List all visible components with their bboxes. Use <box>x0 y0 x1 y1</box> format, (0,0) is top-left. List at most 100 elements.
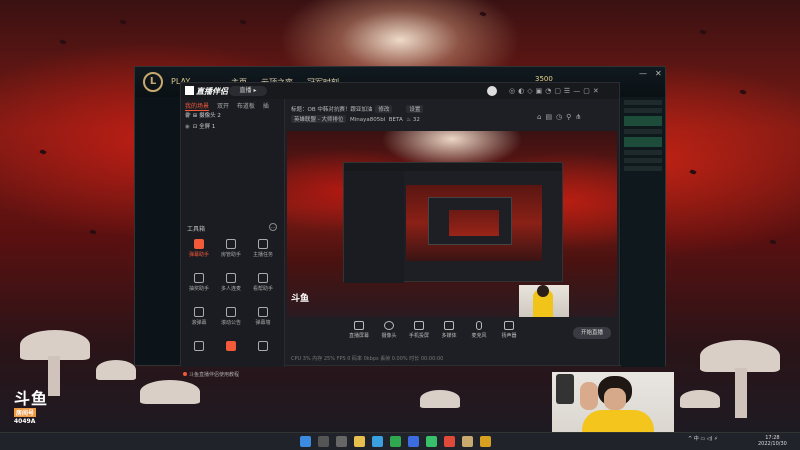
lol-icon[interactable] <box>462 436 473 447</box>
lottery-icon <box>194 273 204 283</box>
nested-preview-window-2 <box>428 197 512 245</box>
petal-decoration <box>89 228 97 236</box>
rank-label: BETA <box>388 117 403 123</box>
admin-icon <box>226 239 236 249</box>
media-icon <box>444 321 454 330</box>
danmaku-wall-icon <box>258 307 268 317</box>
eye-icon[interactable]: ◉ <box>185 111 191 122</box>
petal-decoration <box>239 18 247 26</box>
category-tag[interactable]: 英雄联盟 - 大师排位 <box>291 115 347 123</box>
douyu-brand: 斗鱼 <box>14 389 49 408</box>
username: Minaya805bl <box>349 117 386 123</box>
notice-icon <box>183 372 187 376</box>
multi-mic-icon <box>226 273 236 283</box>
tool-extra[interactable] <box>187 341 211 363</box>
stream-title: 标题：OB 中韩对抗赛！跟亚加油 <box>291 107 373 113</box>
taskview-icon[interactable] <box>336 436 347 447</box>
taskbar: ^ 中 ▭ ◁) ⚡ 17:28 2022/10/30 <box>0 432 800 450</box>
lol-social-panel <box>621 97 665 367</box>
petal-decoration <box>769 238 777 246</box>
system-tray[interactable]: ^ 中 ▭ ◁) ⚡ <box>688 435 718 442</box>
source-controls: 直播屏幕 摄像头 手机投屏 多媒体 麦克风 扬声器 开始直播 <box>287 319 617 347</box>
close-button[interactable]: ✕ <box>655 69 662 78</box>
camera-icon <box>384 321 394 330</box>
scene-item[interactable]: ◉ ⊞ 摄像头 2 <box>181 111 284 122</box>
toolbox-more-icon[interactable]: … <box>269 223 277 231</box>
chrome-icon[interactable] <box>426 436 437 447</box>
speaker-icon <box>504 321 514 330</box>
petal-decoration <box>39 148 47 156</box>
titlebar-icons[interactable]: ◎◐◇▣◔▢☰—▢✕ <box>509 87 602 95</box>
tab-scenes[interactable]: 我的场景 <box>185 103 210 111</box>
monitor-icon <box>354 321 364 330</box>
tasks-icon <box>258 239 268 249</box>
scroll-notice-icon <box>226 307 236 317</box>
danmaku-icon <box>194 239 204 249</box>
tool-scroll-notice[interactable]: 滚动公告 <box>219 307 243 329</box>
app-logo-icon <box>185 86 194 95</box>
scene-label: 摄像头 2 <box>199 113 221 119</box>
clock[interactable]: 17:28 2022/10/30 <box>758 435 787 447</box>
header-icons[interactable]: ⌂▤◷⚲⋔ <box>537 113 585 121</box>
edit-title-button[interactable]: 修改 <box>375 105 393 113</box>
scene-label: 全屏 1 <box>199 124 216 130</box>
mushroom-decoration <box>96 360 136 380</box>
camera-button[interactable]: 摄像头 <box>373 321 405 339</box>
minimize-button[interactable]: — <box>639 69 647 78</box>
petal-decoration <box>119 18 127 26</box>
gallery-icon <box>194 341 204 351</box>
help-icon <box>258 273 268 283</box>
microphone-icon <box>476 321 482 330</box>
screen-capture-button[interactable]: 直播屏幕 <box>343 321 375 339</box>
eye-icon[interactable]: ◉ <box>185 122 191 133</box>
mushroom-decoration <box>420 390 460 408</box>
microphone-stand <box>556 374 574 404</box>
tool-extra[interactable] <box>251 341 275 363</box>
tool-tasks[interactable]: 主播任务 <box>251 239 275 261</box>
tool-admin[interactable]: 房管助手 <box>219 239 243 261</box>
scroll-danmaku-icon <box>194 307 204 317</box>
start-stream-button[interactable]: 开始直播 <box>573 327 611 339</box>
search-icon[interactable] <box>318 436 329 447</box>
mushroom-stem <box>48 356 60 396</box>
scene-item[interactable]: ◉ ⊡ 全屏 1 <box>181 122 284 133</box>
app-logo: 直播伴侣 <box>185 86 228 97</box>
tool-extra[interactable] <box>219 341 243 363</box>
new-badge-icon <box>226 341 236 351</box>
store-icon[interactable] <box>408 436 419 447</box>
flame-icon: ♨ <box>406 117 412 123</box>
tutorial-link[interactable]: 斗鱼直播伴侣使用教程 <box>183 371 239 378</box>
sidebar-tabs: 我的场景 双开 布道板 插件 <box>181 99 284 119</box>
obs-icon[interactable] <box>480 436 491 447</box>
room-button[interactable]: 直播 ▸ <box>229 86 267 96</box>
tool-scroll-danmaku[interactable]: 滚弹幕 <box>187 307 211 329</box>
tool-help[interactable]: 看帮助手 <box>251 273 275 295</box>
tab-board[interactable]: 布道板 <box>237 103 255 110</box>
douyu-icon[interactable] <box>444 436 455 447</box>
start-icon[interactable] <box>300 436 311 447</box>
petal-decoration <box>59 38 67 46</box>
webcam-source-preview[interactable] <box>519 285 569 317</box>
app-titlebar: 直播伴侣 直播 ▸ ◎◐◇▣◔▢☰—▢✕ <box>181 83 619 99</box>
media-button[interactable]: 多媒体 <box>433 321 465 339</box>
download-icon <box>258 341 268 351</box>
petal-decoration <box>699 28 707 36</box>
microphone-button[interactable]: 麦克风 <box>463 321 495 339</box>
petal-decoration <box>689 168 697 176</box>
tool-multi-mic[interactable]: 多人连麦 <box>219 273 243 295</box>
tool-lottery[interactable]: 抽奖助手 <box>187 273 211 295</box>
settings-button[interactable]: 设置 <box>406 105 424 113</box>
edge-icon[interactable] <box>372 436 383 447</box>
tool-danmaku-wall[interactable]: 弹幕墙 <box>251 307 275 329</box>
wechat-icon[interactable] <box>390 436 401 447</box>
speaker-button[interactable]: 扬声器 <box>493 321 525 339</box>
tab-dual[interactable]: 双开 <box>217 103 229 110</box>
folder-icon[interactable] <box>354 436 365 447</box>
lol-logo-icon[interactable]: L <box>143 72 163 92</box>
phone-cast-button[interactable]: 手机投屏 <box>403 321 435 339</box>
douyu-watermark: 斗鱼 房间号 4049A <box>14 391 58 427</box>
nested-preview-window <box>343 162 563 283</box>
avatar[interactable] <box>487 86 497 96</box>
stream-preview[interactable]: 斗鱼 <box>287 131 617 317</box>
tool-danmaku[interactable]: 弹幕助手 <box>187 239 211 261</box>
